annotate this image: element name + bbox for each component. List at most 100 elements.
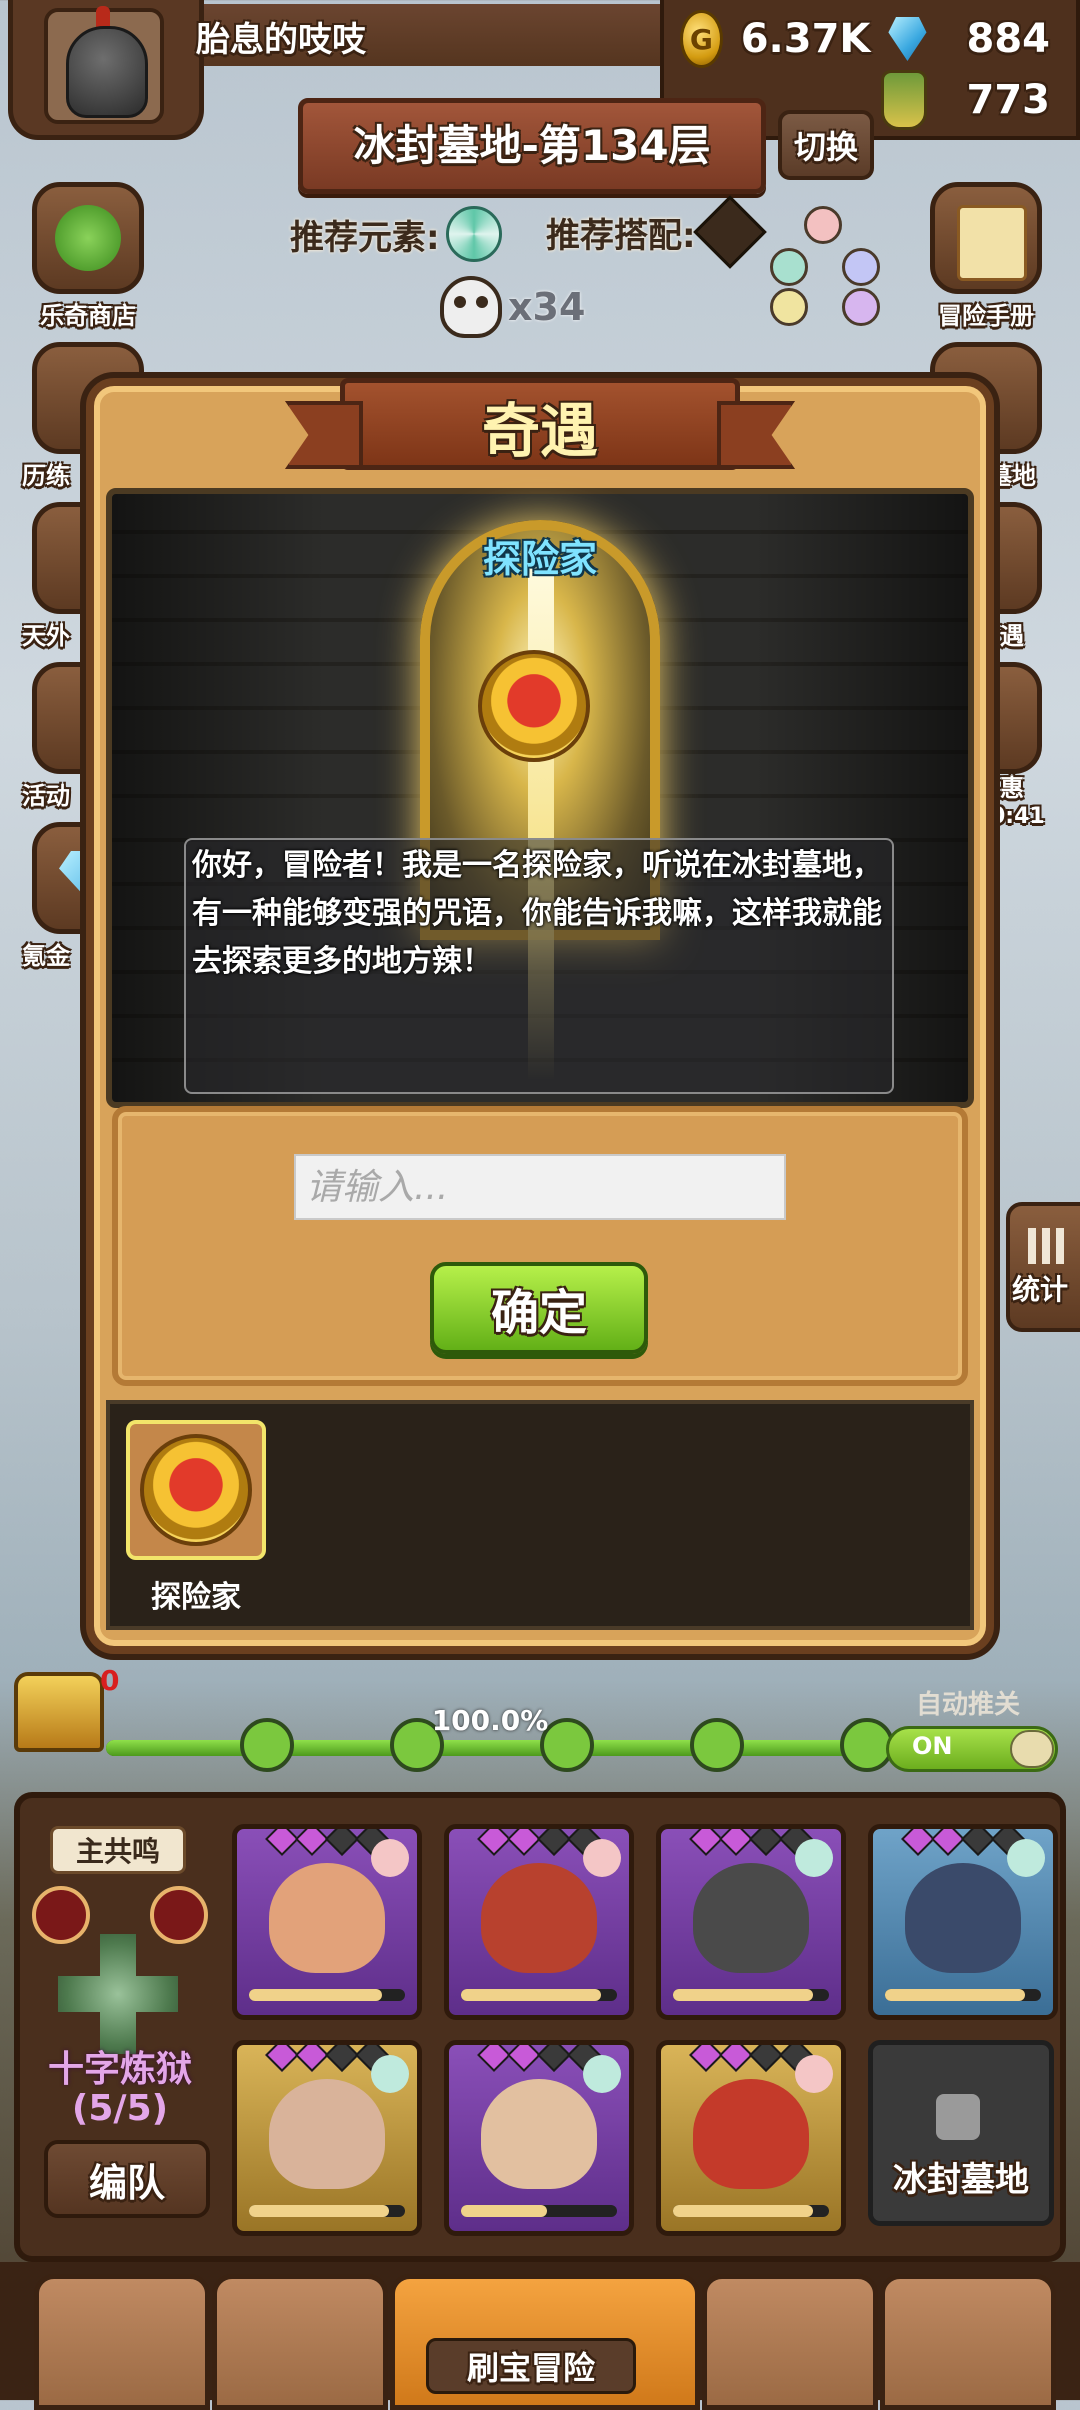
recommend-combo-label: 推荐搭配:: [546, 215, 696, 256]
encounter-item-label: 探险家: [151, 1580, 241, 1615]
hero-portrait: [905, 1863, 1021, 1973]
toggle-knob: [1010, 1730, 1054, 1768]
explorer-badge-icon: [478, 650, 590, 762]
recommend-combo[interactable]: 推荐搭配:: [546, 195, 767, 269]
wind-element-icon: [1007, 1839, 1045, 1877]
resonance-claw-icon[interactable]: [150, 1886, 208, 1944]
water-element-icon: [842, 248, 880, 286]
gem-icon: [888, 17, 927, 61]
gem-value: 884: [966, 16, 1051, 62]
player-name: 胎息的吱吱: [196, 20, 366, 60]
light-element-icon: [770, 288, 808, 326]
adventure-handbook-button[interactable]: [930, 182, 1042, 294]
treasure-chest-icon[interactable]: [14, 1672, 104, 1752]
nav-shop-button[interactable]: [34, 2274, 210, 2410]
hero-portrait: [481, 2079, 597, 2189]
star-icon: [325, 1829, 359, 1856]
star-icon: [265, 2045, 299, 2072]
hero-portrait: [481, 1863, 597, 1973]
hero-portrait: [693, 2079, 809, 2189]
star-icon: [719, 1829, 753, 1856]
scroll-icon: [957, 205, 1027, 281]
edit-team-button[interactable]: 编队: [44, 2140, 210, 2218]
events-label: 活动: [22, 782, 70, 810]
stats-button[interactable]: [1006, 1202, 1080, 1332]
switch-level-button[interactable]: 切换: [778, 110, 874, 180]
formation-count: (5/5): [71, 2088, 169, 2129]
star-icon: [931, 1829, 965, 1856]
star-icon: [477, 2045, 511, 2072]
star-icon: [689, 1829, 723, 1856]
nav-forge-button[interactable]: [880, 2274, 1056, 2410]
training-label: 历练: [22, 462, 70, 490]
hero-card[interactable]: [656, 2040, 846, 2236]
star-icon: [537, 2045, 571, 2072]
chest-count: 0: [100, 1664, 120, 1697]
hero-card[interactable]: [868, 1824, 1058, 2020]
player-avatar[interactable]: [44, 6, 164, 124]
topup-label: 氪金: [22, 942, 70, 970]
stage-progress-fill: [106, 1740, 886, 1756]
potion-counter[interactable]: 773: [860, 70, 1050, 130]
clover-icon: [55, 205, 121, 271]
star-icon: [749, 1829, 783, 1856]
main-resonance-label: 主共鸣: [50, 1826, 186, 1874]
hero-hp-fill: [461, 2205, 547, 2217]
fire-element-icon: [804, 206, 842, 244]
discount-timer: 0:41: [990, 804, 1045, 829]
star-icon: [689, 2045, 723, 2072]
star-icon: [507, 2045, 541, 2072]
wind-element-icon: [770, 248, 808, 286]
wind-element-icon: [583, 2055, 621, 2093]
star-icon: [537, 1829, 571, 1856]
lucky-shop-button[interactable]: [32, 182, 144, 294]
hero-hp-fill: [673, 2205, 814, 2217]
potion-value: 773: [966, 77, 1051, 123]
fire-element-icon: [795, 2055, 833, 2093]
confirm-button[interactable]: 确定: [430, 1262, 648, 1354]
hero-portrait: [269, 2079, 385, 2189]
spell-input[interactable]: [294, 1154, 786, 1220]
fire-element-icon: [583, 1839, 621, 1877]
hero-card[interactable]: [444, 1824, 634, 2020]
hero-hp-fill: [249, 2205, 390, 2217]
gold-coin-icon: G: [680, 10, 723, 68]
star-icon: [265, 1829, 299, 1856]
hero-portrait: [269, 1863, 385, 1973]
skull-icon: [440, 276, 502, 338]
star-icon: [295, 2045, 329, 2072]
auto-advance-state: ON: [912, 1732, 953, 1760]
key-icon: [240, 1718, 294, 1772]
resonance-sigil-icon[interactable]: [32, 1886, 90, 1944]
potion-icon: [880, 70, 927, 130]
gold-counter[interactable]: G 6.37K 884: [680, 10, 1050, 68]
nav-bag-button[interactable]: [702, 2274, 878, 2410]
hero-card[interactable]: [656, 1824, 846, 2020]
hero-card[interactable]: [444, 2040, 634, 2236]
hero-portrait: [693, 1863, 809, 1973]
hero-hp-fill: [249, 1989, 382, 2001]
key-icon: [690, 1718, 744, 1772]
star-icon: [325, 2045, 359, 2072]
star-icon: [961, 1829, 995, 1856]
hero-card[interactable]: [232, 1824, 422, 2020]
stage-progress-percent: 100.0%: [431, 1704, 549, 1737]
lucky-shop-label: 乐奇商店: [40, 302, 136, 330]
warning-icon: [692, 195, 767, 269]
lock-icon: [936, 2094, 980, 2140]
hero-hp-fill: [673, 1989, 814, 2001]
wind-element-icon: [371, 2055, 409, 2093]
dialog-title: 奇遇: [481, 397, 598, 465]
hero-card[interactable]: [232, 2040, 422, 2236]
outer-realm-label: 天外: [22, 622, 70, 650]
auto-advance-label: 自动推关: [916, 1690, 1021, 1720]
dialog-text: 你好，冒险者！我是一名探险家，听说在冰封墓地，有一种能够变强的咒语，你能告诉我嘛…: [192, 848, 882, 979]
explorer-badge-icon: [140, 1434, 252, 1546]
dark-element-icon: [842, 288, 880, 326]
skull-count: x34: [508, 285, 586, 329]
nav-adventure-label: 刷宝冒险: [426, 2338, 636, 2394]
nav-hero-button[interactable]: [212, 2274, 388, 2410]
star-icon: [477, 1829, 511, 1856]
locked-slot-label: 冰封墓地: [893, 2160, 1029, 2200]
star-icon: [749, 2045, 783, 2072]
